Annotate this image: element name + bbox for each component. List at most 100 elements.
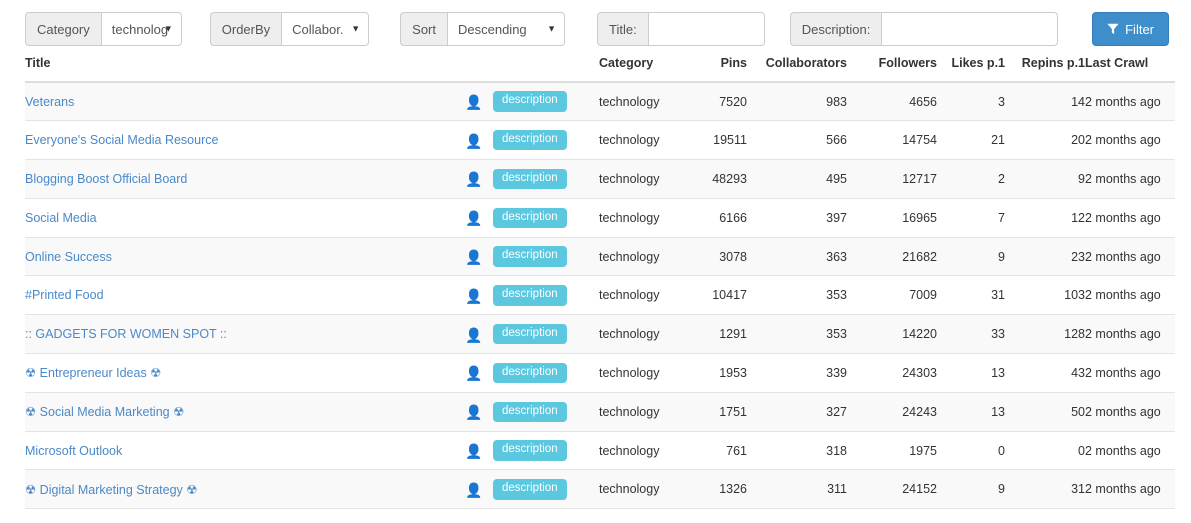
column-header-title[interactable]: Title bbox=[25, 56, 455, 83]
table-row: Veterans 👤 description technology 7520 983 465… bbox=[25, 82, 1175, 122]
cell-last-crawl: 2 months ago bbox=[1085, 275, 1175, 316]
cell-followers: 24303 bbox=[847, 353, 937, 393]
cell-collaborator-icon: 👤 bbox=[455, 314, 493, 355]
description-badge[interactable]: description bbox=[493, 207, 567, 229]
description-badge[interactable]: description bbox=[493, 285, 567, 306]
cell-pins: 19511 bbox=[685, 120, 747, 161]
cell-last-crawl: 2 months ago bbox=[1085, 431, 1175, 471]
column-header-collaborators[interactable]: Collaborators bbox=[747, 56, 847, 83]
cell-collaborator-icon: 👤 bbox=[455, 237, 493, 277]
cell-followers: 7009 bbox=[847, 275, 937, 316]
cell-category: technology bbox=[599, 159, 685, 199]
cell-pins: 1326 bbox=[685, 469, 747, 510]
cell-collaborators: 397 bbox=[747, 198, 847, 238]
cell-followers: 24243 bbox=[847, 392, 937, 432]
cell-repins: 0 bbox=[1005, 431, 1085, 471]
column-header-followers[interactable]: Followers bbox=[847, 56, 937, 83]
cell-pins: 761 bbox=[685, 431, 747, 471]
cell-category: technology bbox=[599, 120, 685, 161]
category-select-value: technolog bbox=[111, 21, 169, 37]
title-filter-group[interactable]: Title: bbox=[597, 12, 765, 46]
cell-likes: 9 bbox=[937, 469, 1005, 510]
board-listing-page: Category technolog ▼ OrderBy Collabor. ▼… bbox=[0, 0, 1191, 523]
cell-pins: 1291 bbox=[685, 314, 747, 355]
board-title-link[interactable]: ☢ Social Media Marketing ☢ bbox=[25, 405, 184, 419]
description-badge[interactable]: description bbox=[493, 401, 567, 423]
table-row: Everyone's Social Media Resource 👤 descrip… bbox=[25, 120, 1175, 161]
cell-description: description bbox=[493, 353, 599, 393]
board-title-link[interactable]: Veterans bbox=[25, 95, 74, 109]
description-filter-label: Description: bbox=[789, 12, 882, 46]
user-icon[interactable]: 👤 bbox=[465, 328, 482, 342]
board-title-link[interactable]: Social Media bbox=[25, 211, 97, 225]
description-badge[interactable]: description bbox=[493, 479, 567, 500]
board-title-link[interactable]: Blogging Boost Official Board bbox=[25, 172, 187, 186]
cell-description: description bbox=[493, 275, 599, 316]
description-badge[interactable]: description bbox=[493, 323, 567, 345]
user-icon[interactable]: 👤 bbox=[465, 172, 482, 186]
orderby-filter-group[interactable]: OrderBy Collabor. ▼ bbox=[209, 12, 370, 46]
column-header-pins[interactable]: Pins bbox=[685, 56, 747, 83]
cell-title: #Printed Food bbox=[25, 275, 455, 316]
boards-table: Title Category Pins Collaborators Follow… bbox=[25, 56, 1175, 510]
board-title-link[interactable]: ☢ Entrepreneur Ideas ☢ bbox=[25, 366, 161, 380]
cell-likes: 13 bbox=[937, 392, 1005, 432]
column-header-repins[interactable]: Repins p.1 bbox=[1005, 56, 1085, 83]
orderby-select[interactable]: Collabor. ▼ bbox=[281, 12, 370, 46]
user-icon[interactable]: 👤 bbox=[465, 289, 482, 303]
sort-filter-group[interactable]: Sort Descending ▼ bbox=[400, 12, 565, 46]
board-title-link[interactable]: ☢ Digital Marketing Strategy ☢ bbox=[25, 483, 197, 497]
chevron-down-icon: ▼ bbox=[163, 23, 173, 34]
cell-pins: 6166 bbox=[685, 198, 747, 238]
user-icon[interactable]: 👤 bbox=[465, 366, 482, 380]
description-badge[interactable]: description bbox=[493, 440, 567, 461]
cell-category: technology bbox=[599, 275, 685, 316]
board-title-link[interactable]: Online Success bbox=[25, 250, 112, 264]
filter-button-label: Filter bbox=[1125, 21, 1154, 37]
user-icon[interactable]: 👤 bbox=[465, 483, 482, 497]
user-icon[interactable]: 👤 bbox=[465, 405, 482, 419]
user-icon[interactable]: 👤 bbox=[465, 95, 482, 109]
description-badge[interactable]: description bbox=[493, 362, 567, 384]
description-badge[interactable]: description bbox=[493, 129, 567, 151]
cell-likes: 0 bbox=[937, 431, 1005, 471]
cell-title: :: GADGETS FOR WOMEN SPOT :: bbox=[25, 314, 455, 355]
filter-button[interactable]: Filter bbox=[1092, 12, 1169, 46]
column-header-user bbox=[455, 56, 493, 83]
cell-collaborator-icon: 👤 bbox=[455, 275, 493, 316]
description-badge[interactable]: description bbox=[493, 91, 567, 112]
description-filter-group[interactable]: Description: bbox=[789, 12, 1059, 46]
table-row: Online Success 👤 description technology 3078… bbox=[25, 237, 1175, 277]
table-row: Blogging Boost Official Board 👤 descriptio… bbox=[25, 159, 1175, 199]
user-icon[interactable]: 👤 bbox=[465, 444, 482, 458]
description-badge[interactable]: description bbox=[493, 246, 567, 267]
column-header-category[interactable]: Category bbox=[599, 56, 685, 83]
cell-description: description bbox=[493, 314, 599, 355]
cell-collaborator-icon: 👤 bbox=[455, 469, 493, 510]
orderby-select-value: Collabor. bbox=[292, 21, 344, 37]
sort-select[interactable]: Descending ▼ bbox=[447, 12, 565, 46]
user-icon[interactable]: 👤 bbox=[465, 250, 482, 264]
cell-title: Veterans bbox=[25, 82, 455, 122]
cell-pins: 1751 bbox=[685, 392, 747, 432]
board-title-link[interactable]: #Printed Food bbox=[25, 288, 104, 302]
category-label: Category bbox=[25, 12, 101, 46]
title-filter-input[interactable] bbox=[647, 12, 765, 46]
cell-last-crawl: 2 months ago bbox=[1085, 82, 1175, 122]
description-badge[interactable]: description bbox=[493, 168, 567, 190]
column-header-likes[interactable]: Likes p.1 bbox=[937, 56, 1005, 83]
category-filter-group[interactable]: Category technolog ▼ bbox=[25, 12, 182, 46]
cell-category: technology bbox=[599, 198, 685, 238]
cell-repins: 12 bbox=[1005, 198, 1085, 238]
board-title-link[interactable]: Everyone's Social Media Resource bbox=[25, 133, 218, 147]
user-icon[interactable]: 👤 bbox=[465, 134, 482, 148]
board-title-link[interactable]: Microsoft Outlook bbox=[25, 444, 122, 458]
cell-title: Online Success bbox=[25, 237, 455, 277]
description-filter-input[interactable] bbox=[881, 12, 1059, 46]
cell-likes: 7 bbox=[937, 198, 1005, 238]
cell-collaborators: 363 bbox=[747, 237, 847, 277]
category-select[interactable]: technolog ▼ bbox=[100, 12, 182, 46]
user-icon[interactable]: 👤 bbox=[465, 211, 482, 225]
column-header-last-crawl[interactable]: Last Crawl bbox=[1085, 56, 1175, 83]
board-title-link[interactable]: :: GADGETS FOR WOMEN SPOT :: bbox=[25, 327, 227, 341]
